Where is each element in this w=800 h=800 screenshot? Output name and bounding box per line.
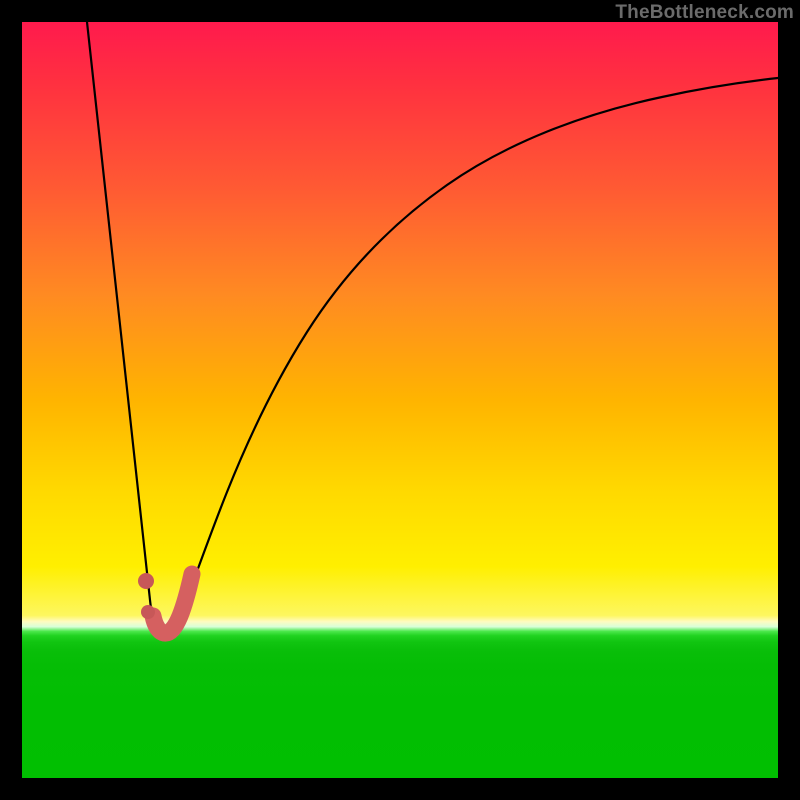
upper-dot-icon [138,573,154,589]
curve-right [179,78,778,618]
curve-left [87,22,179,633]
watermark-text: TheBottleneck.com [615,2,794,24]
plot-frame [22,22,778,778]
lower-dot-icon [141,605,155,619]
curve-layer [22,22,778,778]
accent-j-stroke [153,574,192,633]
